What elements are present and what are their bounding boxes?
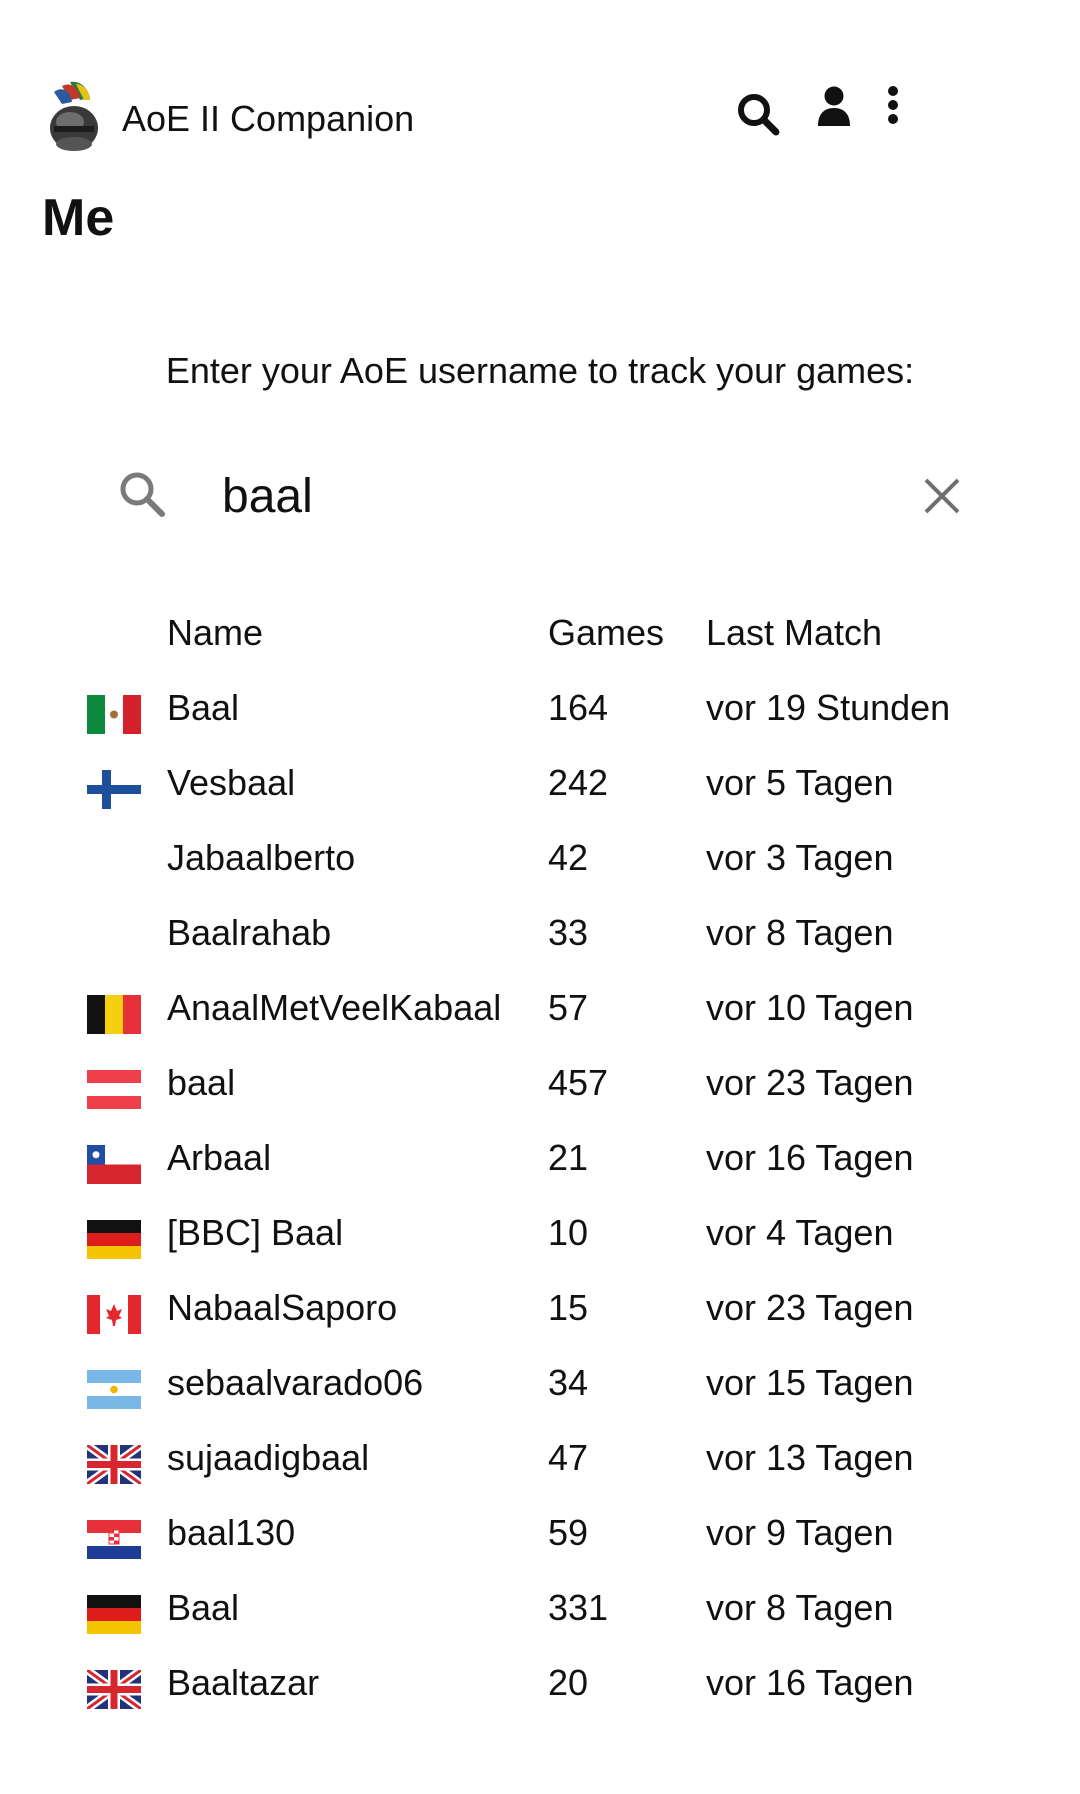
clear-search-icon[interactable] <box>922 476 962 516</box>
table-row[interactable]: baal130 59 vor 9 Tagen <box>0 1500 1080 1575</box>
games-count: 10 <box>548 1212 589 1253</box>
austria-flag-icon <box>87 1070 141 1109</box>
games-count: 242 <box>548 762 609 803</box>
username-search-input[interactable] <box>222 466 822 526</box>
table-row[interactable]: [BBC] Baal 10 vor 4 Tagen <box>0 1200 1080 1275</box>
table-row[interactable]: sujaadigbaal 47 vor 13 Tagen <box>0 1425 1080 1500</box>
table-row[interactable]: Baal 331 vor 8 Tagen <box>0 1575 1080 1650</box>
last-match: vor 4 Tagen <box>706 1212 894 1253</box>
search-bar <box>110 462 970 532</box>
belgium-flag-icon <box>87 995 141 1034</box>
column-header-name: Name <box>167 612 264 653</box>
last-match: vor 16 Tagen <box>706 1662 914 1703</box>
canada-flag-icon <box>87 1295 141 1334</box>
player-name: AnaalMetVeelKabaal <box>167 987 502 1028</box>
table-row[interactable]: Jabaalberto 42 vor 3 Tagen <box>0 825 1080 900</box>
player-name: Baal <box>167 1587 240 1628</box>
finland-flag-icon <box>87 770 141 809</box>
games-count: 47 <box>548 1437 589 1478</box>
table-row[interactable]: Baalrahab 33 vor 8 Tagen <box>0 900 1080 975</box>
last-match: vor 8 Tagen <box>706 1587 894 1628</box>
helmet-logo-icon <box>50 81 98 151</box>
games-count: 164 <box>548 687 609 728</box>
games-count: 34 <box>548 1362 589 1403</box>
player-name: Jabaalberto <box>167 837 356 878</box>
games-count: 15 <box>548 1287 589 1328</box>
games-count: 33 <box>548 912 589 953</box>
last-match: vor 13 Tagen <box>706 1437 914 1478</box>
table-row[interactable]: baal 457 vor 23 Tagen <box>0 1050 1080 1125</box>
player-name: Baalrahab <box>167 912 332 953</box>
uk-flag-icon <box>87 1670 141 1709</box>
player-name: [BBC] Baal <box>167 1212 344 1253</box>
account-icon[interactable] <box>816 86 852 126</box>
last-match: vor 5 Tagen <box>706 762 894 803</box>
germany-flag-icon <box>87 1595 141 1634</box>
last-match: vor 8 Tagen <box>706 912 894 953</box>
player-name: sebaalvarado06 <box>167 1362 424 1403</box>
player-name: baal <box>167 1062 236 1103</box>
table-row[interactable]: Vesbaal 242 vor 5 Tagen <box>0 750 1080 825</box>
games-count: 59 <box>548 1512 589 1553</box>
last-match: vor 23 Tagen <box>706 1062 914 1103</box>
player-name: Vesbaal <box>167 762 296 803</box>
table-row[interactable]: Baaltazar 20 vor 16 Tagen <box>0 1650 1080 1725</box>
app-title: AoE II Companion <box>122 98 415 139</box>
games-count: 20 <box>548 1662 589 1703</box>
last-match: vor 15 Tagen <box>706 1362 914 1403</box>
player-results-table: Name Games Last Match Baal 164 vor 19 St… <box>0 600 1080 1725</box>
player-name: Baal <box>167 687 240 728</box>
table-row[interactable]: AnaalMetVeelKabaal 57 vor 10 Tagen <box>0 975 1080 1050</box>
username-prompt: Enter your AoE username to track your ga… <box>165 350 915 391</box>
games-count: 457 <box>548 1062 609 1103</box>
mexico-flag-icon <box>87 695 141 734</box>
player-name: sujaadigbaal <box>167 1437 370 1478</box>
games-count: 57 <box>548 987 589 1028</box>
player-name: Baaltazar <box>167 1662 320 1703</box>
last-match: vor 3 Tagen <box>706 837 894 878</box>
last-match: vor 10 Tagen <box>706 987 914 1028</box>
table-row[interactable]: sebaalvarado06 34 vor 15 Tagen <box>0 1350 1080 1425</box>
chile-flag-icon <box>87 1145 141 1184</box>
germany-flag-icon <box>87 1220 141 1259</box>
table-row[interactable]: Arbaal 21 vor 16 Tagen <box>0 1125 1080 1200</box>
more-options-icon[interactable] <box>886 86 900 124</box>
table-row[interactable]: Baal 164 vor 19 Stunden <box>0 675 1080 750</box>
column-header-games: Games <box>548 612 665 653</box>
argentina-flag-icon <box>87 1370 141 1409</box>
uk-flag-icon <box>87 1445 141 1484</box>
column-header-last-match: Last Match <box>706 612 883 653</box>
games-count: 42 <box>548 837 589 878</box>
table-header: Name Games Last Match <box>0 600 1080 675</box>
last-match: vor 16 Tagen <box>706 1137 914 1178</box>
games-count: 21 <box>548 1137 589 1178</box>
search-field-icon <box>120 472 165 517</box>
games-count: 331 <box>548 1587 609 1628</box>
search-icon[interactable] <box>736 92 780 136</box>
player-name: NabaalSaporo <box>167 1287 398 1328</box>
player-name: Arbaal <box>167 1137 272 1178</box>
last-match: vor 23 Tagen <box>706 1287 914 1328</box>
app-bar: AoE II Companion <box>0 0 1080 175</box>
player-name: baal130 <box>167 1512 296 1553</box>
croatia-flag-icon <box>87 1520 141 1559</box>
last-match: vor 9 Tagen <box>706 1512 894 1553</box>
table-row[interactable]: NabaalSaporo 15 vor 23 Tagen <box>0 1275 1080 1350</box>
page-title: Me <box>42 189 115 247</box>
last-match: vor 19 Stunden <box>706 687 951 728</box>
